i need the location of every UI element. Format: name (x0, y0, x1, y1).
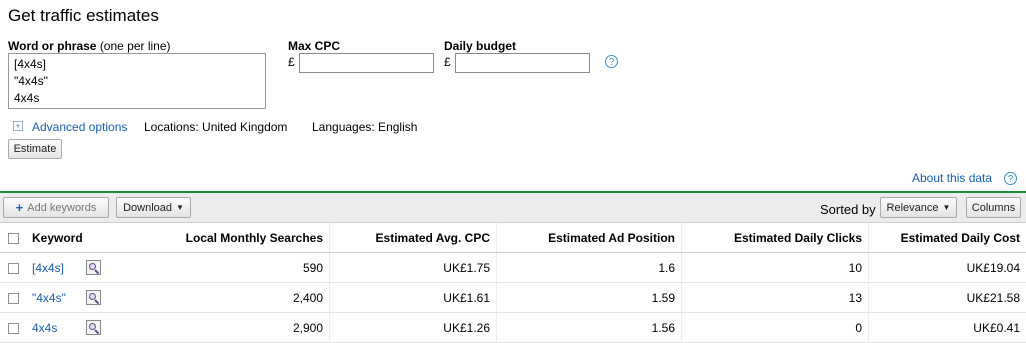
estimate-button[interactable]: Estimate (8, 139, 62, 159)
languages-text: Languages: English (312, 120, 417, 134)
sort-value: Relevance (887, 202, 939, 214)
add-keywords-label: Add keywords (27, 202, 96, 214)
results-toolbar: + Add keywords Download ▼ Sorted by Rele… (0, 193, 1026, 223)
clicks-cell: 10 (682, 253, 869, 283)
row-checkbox[interactable] (8, 293, 19, 304)
cost-cell: UK£21.58 (869, 283, 1026, 313)
about-data-link[interactable]: About this data (912, 171, 992, 185)
keyword-line: [4x4s] (14, 56, 260, 73)
locations-text: Locations: United Kingdom (144, 120, 287, 134)
row-checkbox-cell (0, 253, 26, 283)
keyword-label: Word or phrase (one per line) (8, 39, 171, 53)
table-row: 4x4s 2,900 UK£1.26 1.56 0 UK£0.41 (0, 313, 1026, 343)
row-checkbox-cell (0, 283, 26, 313)
magnifier-icon[interactable] (86, 290, 101, 305)
sort-select[interactable]: Relevance ▼ (880, 197, 957, 218)
results-table: Keyword Local Monthly Searches Estimated… (0, 223, 1026, 343)
keyword-link[interactable]: [4x4s] (26, 253, 86, 283)
table-row: [4x4s] 590 UK£1.75 1.6 10 UK£19.04 (0, 253, 1026, 283)
max-cpc-currency: £ (288, 55, 295, 69)
cost-cell: UK£19.04 (869, 253, 1026, 283)
keyword-link[interactable]: 4x4s (26, 313, 86, 343)
row-checkbox[interactable] (8, 263, 19, 274)
searches-cell: 2,400 (116, 283, 330, 313)
help-icon[interactable]: ? (605, 55, 618, 68)
table-row: "4x4s" 2,400 UK£1.61 1.59 13 UK£21.58 (0, 283, 1026, 313)
row-checkbox[interactable] (8, 323, 19, 334)
daily-budget-currency: £ (444, 55, 451, 69)
chevron-down-icon: ▼ (176, 203, 184, 212)
cpc-cell: UK£1.61 (330, 283, 497, 313)
max-cpc-input[interactable] (299, 53, 434, 73)
magnifier-icon[interactable] (86, 320, 101, 335)
header-avg-cpc[interactable]: Estimated Avg. CPC (330, 223, 497, 253)
daily-budget-input[interactable] (455, 53, 590, 73)
select-all-checkbox[interactable] (8, 233, 19, 244)
advanced-options-link[interactable]: Advanced options (32, 120, 127, 134)
about-help-icon[interactable]: ? (1004, 172, 1017, 185)
position-cell: 1.56 (497, 313, 682, 343)
header-spacer (86, 223, 116, 253)
expand-plus-icon[interactable]: + (13, 121, 23, 131)
header-daily-clicks[interactable]: Estimated Daily Clicks (682, 223, 869, 253)
cpc-cell: UK£1.26 (330, 313, 497, 343)
plus-icon: + (16, 200, 24, 215)
position-cell: 1.6 (497, 253, 682, 283)
download-label: Download (123, 202, 172, 214)
keyword-link[interactable]: "4x4s" (26, 283, 86, 313)
page-title: Get traffic estimates (8, 6, 159, 26)
add-keywords-button[interactable]: + Add keywords (3, 197, 109, 218)
magnifier-icon[interactable] (86, 260, 101, 275)
searches-cell: 2,900 (116, 313, 330, 343)
download-button[interactable]: Download ▼ (116, 197, 191, 218)
header-daily-cost[interactable]: Estimated Daily Cost (869, 223, 1026, 253)
search-preview-cell (86, 253, 116, 283)
keyword-label-text: Word or phrase (8, 39, 96, 53)
header-local-monthly-searches[interactable]: Local Monthly Searches (116, 223, 330, 253)
table-header-row: Keyword Local Monthly Searches Estimated… (0, 223, 1026, 253)
sorted-by-label: Sorted by (820, 202, 876, 217)
cpc-cell: UK£1.75 (330, 253, 497, 283)
cost-cell: UK£0.41 (869, 313, 1026, 343)
position-cell: 1.59 (497, 283, 682, 313)
header-ad-position[interactable]: Estimated Ad Position (497, 223, 682, 253)
row-checkbox-cell (0, 313, 26, 343)
chevron-down-icon: ▼ (943, 203, 951, 212)
search-preview-cell (86, 283, 116, 313)
clicks-cell: 0 (682, 313, 869, 343)
keyword-line: 4x4s (14, 90, 260, 107)
max-cpc-label: Max CPC (288, 39, 340, 53)
header-keyword[interactable]: Keyword (26, 223, 86, 253)
columns-button[interactable]: Columns (966, 197, 1021, 218)
keyword-line: "4x4s" (14, 73, 260, 90)
keywords-textarea[interactable]: [4x4s] "4x4s" 4x4s (8, 53, 266, 109)
clicks-cell: 13 (682, 283, 869, 313)
search-preview-cell (86, 313, 116, 343)
keyword-label-hint: (one per line) (100, 39, 171, 53)
daily-budget-label: Daily budget (444, 39, 516, 53)
select-all-cell (0, 223, 26, 253)
searches-cell: 590 (116, 253, 330, 283)
